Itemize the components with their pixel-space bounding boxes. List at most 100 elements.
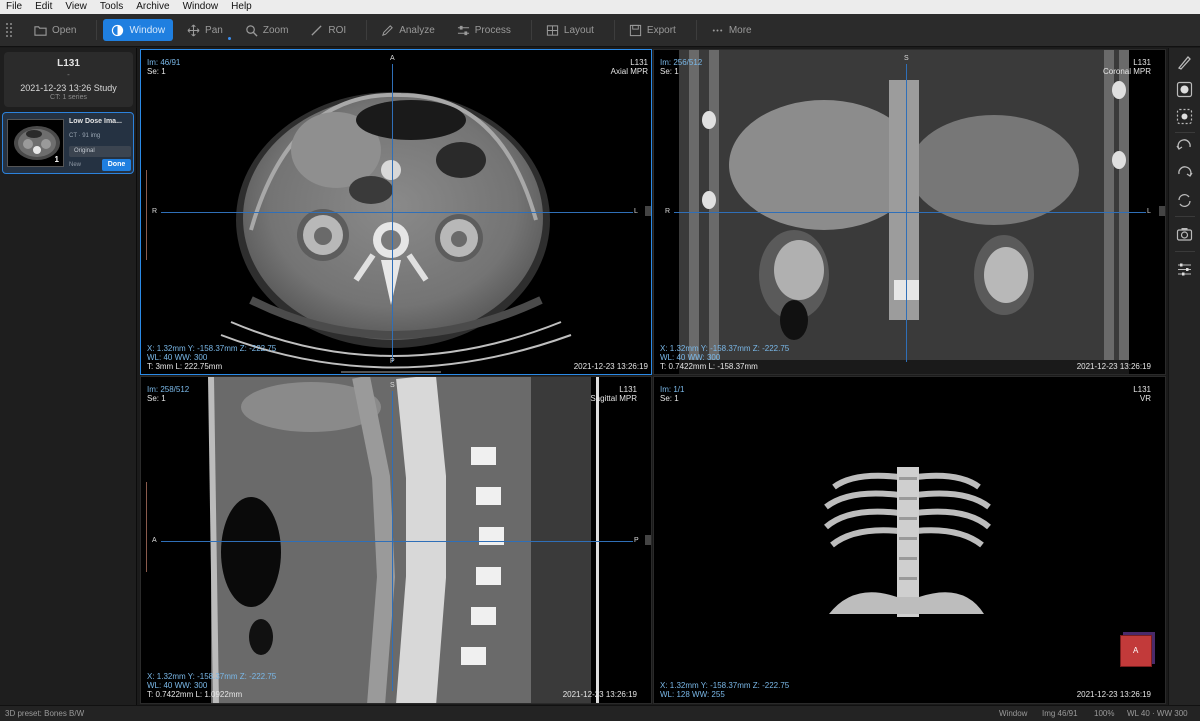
toolbar-divider [1175,251,1195,252]
menu-bar: File Edit View Tools Archive Window Help [0,0,1200,14]
acquisition-datetime: 2021-12-23 13:26:19 [562,690,637,699]
slice-scroll-handle[interactable] [1159,206,1165,216]
menu-help[interactable]: Help [231,0,252,14]
plane-label: Axial MPR [610,67,648,76]
right-toolbar [1168,48,1200,705]
plane-label: VR [1139,394,1151,403]
toolbar-divider [695,20,697,40]
crosshair-horizontal[interactable] [161,541,633,542]
orientation-left: R [665,208,671,215]
patient-name: - [67,70,70,79]
image-number: Im: 1/1 [660,385,685,394]
series-number: Se: 1 [147,394,166,403]
orientation-bottom: P [390,358,395,365]
status-zoom: 100% [1094,709,1115,718]
reset-icon[interactable] [1176,192,1193,209]
grid-layout-icon [546,24,559,36]
menu-edit[interactable]: Edit [35,0,52,14]
viewport-axial[interactable]: A P R L Im: 46/91 Se: 1 L131 Axial MPR X… [140,49,652,375]
crosshair-vertical[interactable] [906,64,907,362]
done-button[interactable]: Done [102,159,131,171]
window-level: WL: 40 WW: 300 [147,681,208,690]
circle-dashed-icon[interactable] [1176,108,1193,125]
analyze-button[interactable]: Analyze [373,19,443,41]
series-thumbnail[interactable]: 1 [7,119,64,167]
menu-tools[interactable]: Tools [100,0,123,14]
menu-archive[interactable]: Archive [136,0,169,14]
status-image-index: Img 46/91 [1042,709,1078,718]
viewport-sagittal[interactable]: S A P Im: 258/512 Se: 1 L131 Sagittal MP… [140,376,652,704]
more-button[interactable]: More [703,19,760,41]
toolbar-grip-icon[interactable] [6,23,12,37]
toolbar-divider [96,20,98,40]
image-number: Im: 258/512 [147,385,190,394]
pan-label: Pan [205,24,223,36]
study-datetime: 2021-12-23 13:26 Study [20,83,117,93]
thickness-location: T: 0.7422mm L: -158.37mm [660,362,758,371]
window-level: WL: 40 WW: 300 [660,353,721,362]
series-badge: Original [69,146,131,157]
thickness-location: T: 3mm L: 222.75mm [147,362,223,371]
layout-button[interactable]: Layout [538,19,602,41]
study-card[interactable]: L131 - 2021-12-23 13:26 Study CT: 1 seri… [4,52,133,107]
submenu-indicator [227,37,231,40]
pencil-icon [382,24,394,36]
toolbar-divider [613,20,615,40]
pan-button[interactable]: Pan [179,19,231,41]
viewport-coronal[interactable]: S R L Im: 256/512 Se: 1 L131 Coronal MPR… [653,49,1166,375]
menu-file[interactable]: File [6,0,22,14]
toolbar-divider [1175,132,1195,133]
series-number: Se: 1 [660,67,679,76]
crosshair-vertical[interactable] [392,64,393,362]
save-icon [629,24,642,36]
open-button[interactable]: Open [26,19,84,41]
orientation-top: S [390,382,395,389]
patient-id-overlay: L131 [619,385,637,394]
crosshair-horizontal[interactable] [674,212,1146,213]
status-active-tool: Window [999,709,1028,718]
brush-icon[interactable] [1176,54,1193,71]
thickness-location: T: 0.7422mm L: 1.0922mm [147,690,243,699]
camera-icon[interactable] [1176,226,1193,243]
rotate-right-icon[interactable] [1176,165,1193,182]
cursor-coordinates: X: 1.32mm Y: -158.37mm Z: -222.75 [147,672,277,681]
crosshair-horizontal[interactable] [161,212,633,213]
patient-id-overlay: L131 [1133,58,1151,67]
study-series-count: CT: 1 series [50,94,87,101]
acquisition-datetime: 2021-12-23 13:26:19 [1076,362,1151,371]
slice-scroll-handle[interactable] [645,206,651,216]
slice-scroll-handle[interactable] [645,535,651,545]
window-level: WL: 128 WW: 255 [660,690,725,699]
export-label: Export [646,24,676,36]
more-label: More [728,24,752,36]
plane-label: Sagittal MPR [590,394,637,403]
more-dots-icon [712,28,723,32]
patient-id-overlay: L131 [1133,385,1151,394]
move-icon [187,24,200,36]
orientation-cube[interactable]: A [1120,635,1152,667]
series-meta: CT · 91 img [69,133,101,139]
viewport-volume-render[interactable]: Im: 1/1 Se: 1 L131 VR A X: 1.32mm Y: -15… [653,376,1166,704]
image-number: Im: 256/512 [660,58,703,67]
sliders-icon[interactable] [1176,261,1193,278]
zoom-button[interactable]: Zoom [237,19,297,41]
orientation-cube-label: A [1133,646,1139,655]
export-button[interactable]: Export [621,19,684,41]
circle-fill-icon[interactable] [1176,81,1193,98]
series-number: Se: 1 [147,67,166,76]
menu-window[interactable]: Window [183,0,219,14]
roi-button[interactable]: ROI [302,19,354,41]
series-status: New [69,162,82,168]
scale-ruler [146,170,151,260]
series-name: Low Dose Ima... [69,118,122,125]
menu-view[interactable]: View [65,0,87,14]
process-button[interactable]: Process [449,19,519,41]
series-card[interactable]: 1 Low Dose Ima... CT · 91 img Original N… [2,112,134,174]
image-number: Im: 46/91 [147,58,181,67]
rotate-left-icon[interactable] [1176,138,1193,155]
folder-icon [34,25,47,36]
status-window-level: WL 40 · WW 300 [1127,709,1188,718]
contrast-icon [112,24,124,36]
toolbar-divider [366,20,368,40]
window-button[interactable]: Window [103,19,174,41]
